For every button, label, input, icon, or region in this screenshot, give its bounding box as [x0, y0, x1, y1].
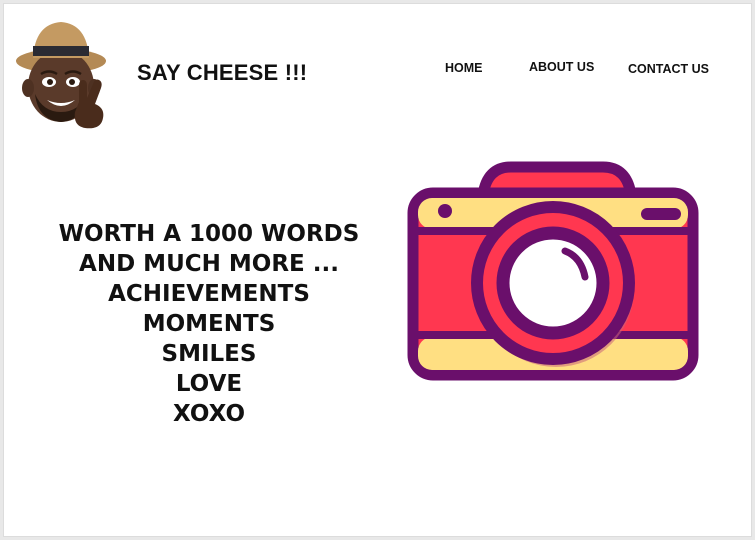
tagline-line: MOMENTS [142, 311, 276, 337]
brand-title: SAY CHEESE !!! [137, 60, 308, 85]
nav-home-link[interactable]: HOME [445, 61, 483, 75]
camera-icon [407, 161, 699, 381]
tagline-line: AND MUCH MORE ... [79, 251, 339, 277]
memoji-peace-sign-icon [16, 22, 106, 129]
tagline-line: SMILES [161, 341, 257, 367]
nav-about-link[interactable]: ABOUT US [529, 60, 594, 74]
tagline-line: ACHIEVEMENTS [108, 281, 310, 307]
tagline-line: XOXO [172, 401, 246, 427]
tagline-line: WORTH A 1000 WORDS [58, 221, 360, 247]
hero-tagline: WORTH A 1000 WORDS AND MUCH MORE ... ACH… [44, 219, 374, 429]
tagline-line: LOVE [175, 371, 243, 397]
page-container: SAY CHEESE !!! HOME ABOUT US CONTACT US … [3, 3, 752, 537]
nav-contact-link[interactable]: CONTACT US [628, 62, 709, 76]
